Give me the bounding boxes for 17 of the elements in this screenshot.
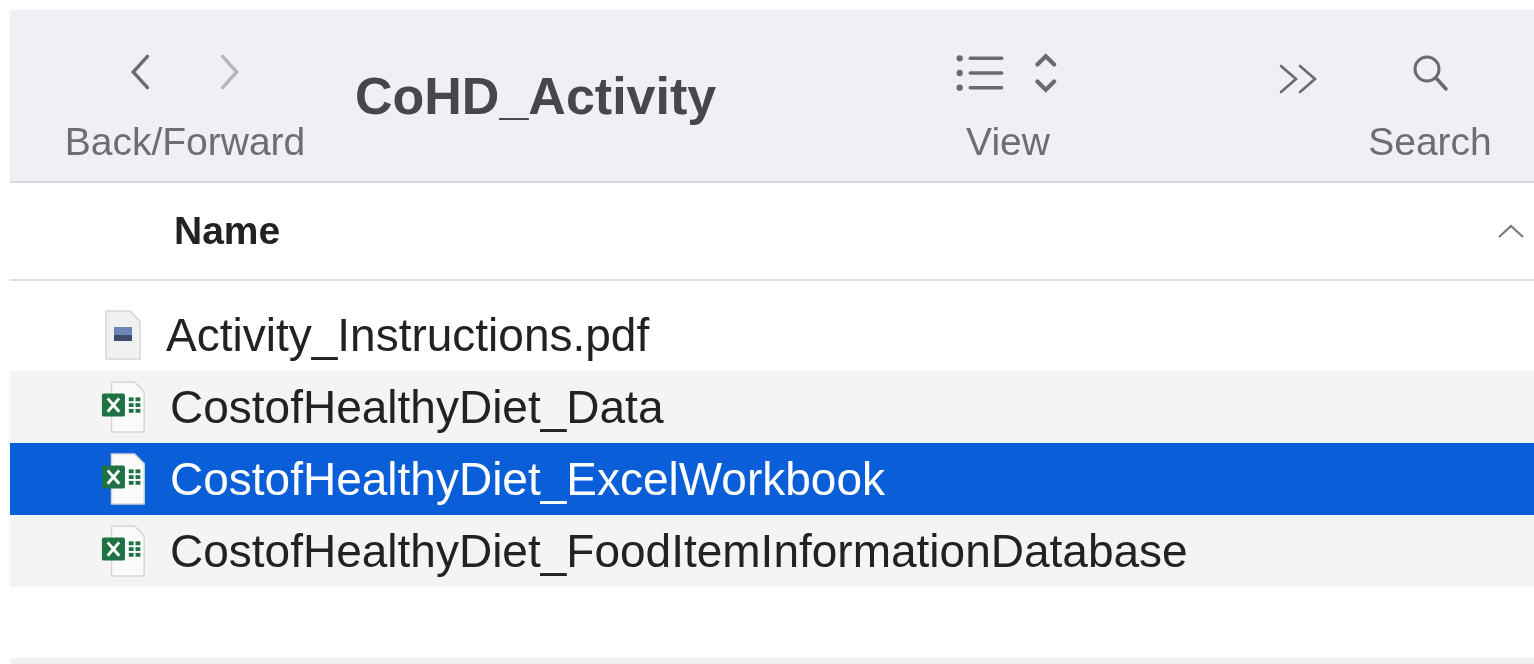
column-header[interactable]: Name — [174, 209, 281, 253]
view-label: View — [966, 120, 1050, 164]
file-name: CostofHealthyDiet_FoodItemInformationDatabase — [170, 524, 1188, 578]
file-name: CostofHealthyDiet_ExcelWorkbook — [170, 452, 886, 506]
spreadsheet-file-icon — [100, 452, 148, 506]
file-row[interactable]: CostofHealthyDiet_FoodItemInformationDatabase — [10, 515, 1534, 587]
sort-caret-icon[interactable] — [1496, 223, 1526, 239]
file-name: CostofHealthyDiet_Data — [170, 380, 664, 434]
file-row[interactable]: CostofHealthyDiet_ExcelWorkbook — [10, 443, 1534, 515]
file-name: Activity_Instructions.pdf — [166, 308, 650, 362]
window-title: CoHD_Activity — [355, 66, 718, 126]
nav-label: Back/Forward — [64, 120, 306, 164]
search-label: Search — [1368, 120, 1492, 164]
spreadsheet-file-icon — [100, 380, 148, 434]
spreadsheet-file-icon — [100, 524, 148, 578]
file-row[interactable]: CostofHealthyDiet_Data — [10, 371, 1534, 443]
file-row[interactable]: Activity_Instructions.pdf — [10, 299, 1534, 371]
